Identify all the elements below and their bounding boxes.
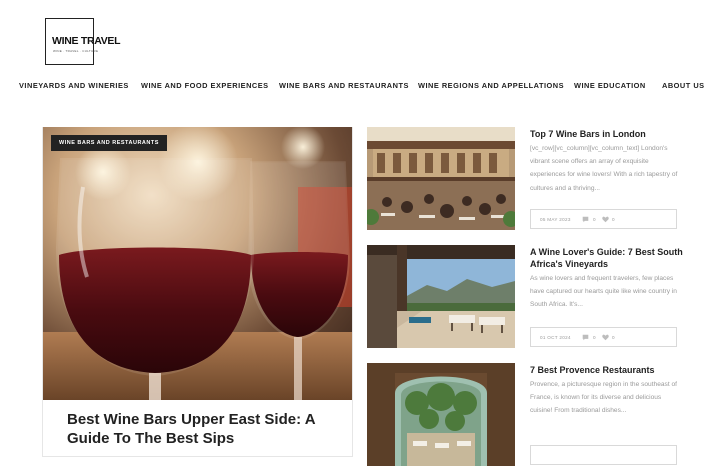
red-wine-glasses-photo (43, 127, 352, 400)
heart-icon[interactable] (602, 334, 609, 341)
comment-count: 0 (593, 335, 596, 340)
nav-item-wine-bars[interactable]: WINE BARS AND RESTAURANTS (279, 81, 409, 90)
post-excerpt-south-africa: As wine lovers and frequent travelers, f… (530, 275, 677, 309)
featured-category-badge[interactable]: WINE BARS AND RESTAURANTS (51, 135, 167, 151)
logo-tagline: WINE · TRAVEL · CULTURE (53, 49, 99, 53)
site-logo[interactable]: WINE TRAVEL WINE · TRAVEL · CULTURE (45, 18, 123, 68)
nav-item-vineyards[interactable]: VINEYARDS AND WINERIES (19, 81, 129, 90)
post-title-south-africa[interactable]: A Wine Lover's Guide: 7 Best South Afric… (530, 246, 690, 270)
comment-icon[interactable] (582, 216, 589, 223)
featured-image[interactable] (43, 127, 352, 400)
post-date: 01 OCT 2024 (540, 335, 571, 340)
courtyard-bar-photo (367, 127, 515, 230)
logo-title: WINE TRAVEL (52, 35, 121, 47)
post-thumbnail-provence[interactable] (367, 363, 515, 466)
post-thumbnail-south-africa[interactable] (367, 245, 515, 348)
featured-post-title[interactable]: Best Wine Bars Upper East Side: A Guide … (67, 410, 327, 448)
post-date: 05 MAY 2023 (540, 217, 571, 222)
featured-post: WINE BARS AND RESTAURANTS Best Wine Bars… (42, 127, 353, 457)
provence-doorway-photo (367, 363, 515, 466)
comment-icon[interactable] (582, 334, 589, 341)
heart-icon[interactable] (602, 216, 609, 223)
post-title-provence[interactable]: 7 Best Provence Restaurants (530, 364, 690, 376)
post-meta-london: 05 MAY 2023 0 0 (530, 209, 677, 229)
post-meta-south-africa: 01 OCT 2024 0 0 (530, 327, 677, 347)
nav-item-wine-education[interactable]: WINE EDUCATION (574, 81, 646, 90)
nav-item-wine-food[interactable]: WINE AND FOOD EXPERIENCES (141, 81, 269, 90)
like-count: 0 (612, 335, 615, 340)
vineyard-terrace-photo (367, 245, 515, 348)
post-title-london[interactable]: Top 7 Wine Bars in London (530, 128, 690, 140)
nav-item-about-us[interactable]: ABOUT US (662, 81, 705, 90)
like-count: 0 (612, 217, 615, 222)
post-excerpt-provence: Provence, a picturesque region in the so… (530, 381, 677, 415)
post-thumbnail-london[interactable] (367, 127, 515, 230)
post-meta-provence (530, 445, 677, 465)
nav-item-wine-regions[interactable]: WINE REGIONS AND APPELLATIONS (418, 81, 564, 90)
main-navigation: VINEYARDS AND WINERIES WINE AND FOOD EXP… (0, 81, 720, 91)
post-excerpt-london: [vc_row][vc_column][vc_column_text] Lond… (530, 145, 678, 192)
comment-count: 0 (593, 217, 596, 222)
